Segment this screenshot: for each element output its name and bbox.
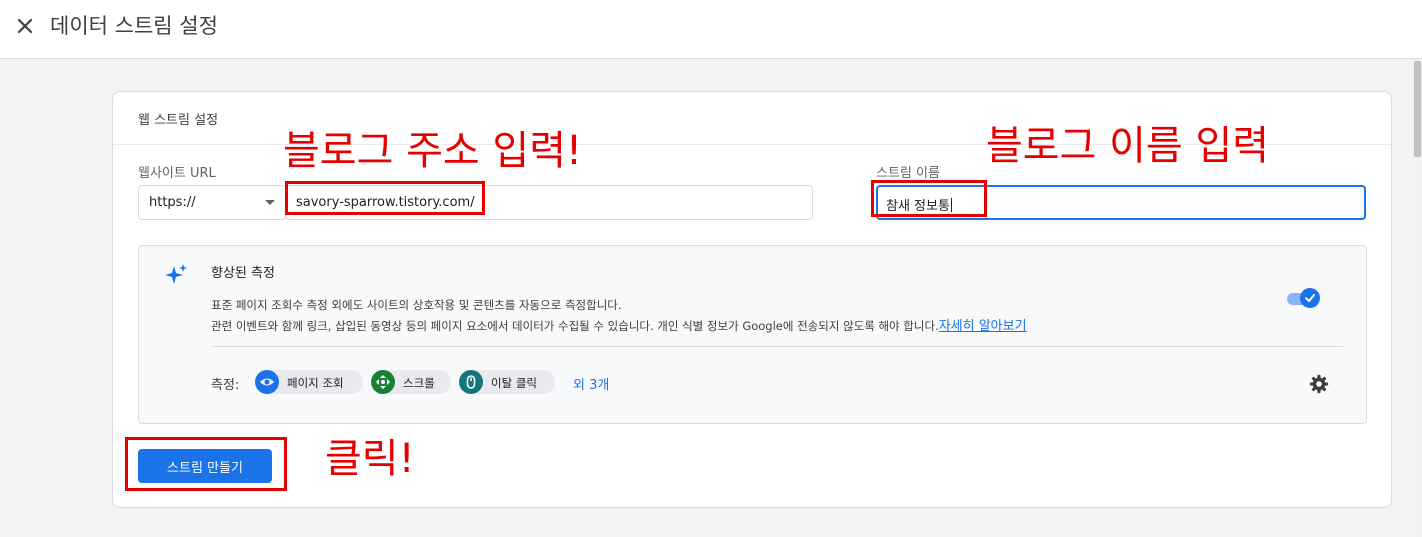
toggle-knob [1300, 288, 1320, 308]
mouse-icon [459, 370, 483, 394]
annotation-name-note: 블로그 이름 입력 [986, 123, 1270, 169]
enhanced-measurement-description-2: 관련 이벤트와 함께 링크, 삽입된 동영상 등의 페이지 요소에서 데이터가 … [211, 319, 1027, 334]
chip-label: 스크롤 [403, 376, 435, 390]
scrollbar[interactable] [1413, 59, 1422, 537]
annotation-box-name [871, 180, 987, 217]
chip-label: 페이지 조회 [287, 376, 344, 390]
stream-name-label: 스트림 이름 [876, 166, 940, 181]
chip-label: 이탈 클릭 [491, 376, 537, 390]
learn-more-link[interactable]: 자세히 알아보기 [939, 319, 1027, 334]
gear-icon[interactable] [1308, 373, 1330, 395]
top-bar: 데이터 스트림 설정 [0, 0, 1422, 59]
annotation-click-note: 클릭! [325, 436, 415, 482]
annotation-box-url [285, 181, 485, 215]
card-title: 웹 스트림 설정 [138, 113, 219, 128]
page-title: 데이터 스트림 설정 [50, 14, 218, 38]
close-icon[interactable] [14, 15, 36, 37]
protocol-value: https:// [149, 195, 196, 210]
enhanced-measurement-toggle[interactable] [1287, 287, 1321, 309]
eye-icon [255, 370, 279, 394]
chip-page-view[interactable]: 페이지 조회 [255, 370, 363, 394]
protocol-select[interactable]: https:// [138, 185, 286, 220]
annotation-url-note: 블로그 주소 입력! [283, 128, 583, 174]
enhanced-measurement-description-1: 표준 페이지 조회수 측정 외에도 사이트의 상호작용 및 콘텐츠를 자동으로 … [211, 298, 622, 312]
chevron-down-icon [265, 200, 275, 205]
website-url-label: 웹사이트 URL [138, 166, 216, 181]
check-icon [1305, 294, 1315, 302]
sparkle-icon [165, 264, 187, 284]
enhanced-measurement-panel: 향상된 측정 표준 페이지 조회수 측정 외에도 사이트의 상호작용 및 콘텐츠… [138, 245, 1367, 424]
chip-scroll[interactable]: 스크롤 [371, 370, 451, 394]
divider [211, 346, 1343, 347]
enhanced-measurement-title: 향상된 측정 [211, 266, 275, 281]
annotation-box-button [125, 437, 287, 491]
chip-outbound-click[interactable]: 이탈 클릭 [459, 370, 555, 394]
scroll-icon [371, 370, 395, 394]
scrollbar-thumb[interactable] [1414, 61, 1421, 157]
more-measurements-link[interactable]: 외 3개 [573, 374, 609, 393]
measure-label: 측정: [211, 378, 240, 393]
